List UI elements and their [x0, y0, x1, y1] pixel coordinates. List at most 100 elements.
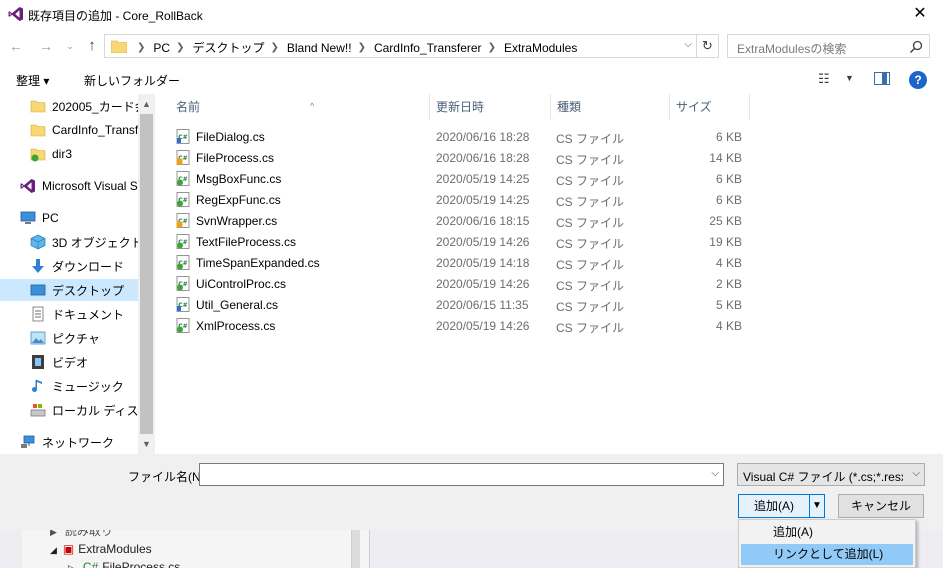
- background-splitter: [352, 528, 360, 568]
- column-header-type[interactable]: 種類: [551, 94, 670, 120]
- refresh-button[interactable]: ↻: [697, 34, 719, 58]
- nav-item-cardinfo[interactable]: CardInfo_Transfe: [0, 119, 145, 141]
- nav-item-downloads[interactable]: ダウンロード: [0, 255, 138, 277]
- breadcrumb-item[interactable]: PC: [153, 41, 170, 55]
- music-icon: [32, 380, 42, 392]
- chevron-down-icon[interactable]: ⌵: [684, 39, 692, 50]
- file-date: 2020/05/19 14:26: [436, 277, 530, 291]
- cs-file-ok-icon: C#: [176, 318, 190, 333]
- scrollbar-thumb[interactable]: [140, 114, 153, 434]
- file-row[interactable]: C# XmlProcess.cs 2020/05/19 14:26 CS ファイル 4 …: [170, 315, 750, 336]
- cancel-button[interactable]: キャンセル: [838, 494, 924, 518]
- file-type: CS ファイル: [556, 321, 625, 335]
- chevron-right-icon: ❯: [487, 42, 496, 53]
- file-date: 2020/05/19 14:18: [436, 256, 530, 270]
- recent-locations-button[interactable]: ⌄: [60, 36, 80, 56]
- filetype-value: Visual C# ファイル (*.cs;*.resx;*.re: [743, 470, 903, 484]
- up-button[interactable]: ↑: [82, 36, 102, 56]
- chevron-down-icon[interactable]: ⌵: [912, 468, 920, 479]
- filetype-select[interactable]: Visual C# ファイル (*.cs;*.resx;*.re ⌵: [737, 463, 925, 486]
- nav-item-desktop[interactable]: デスクトップ: [0, 279, 138, 301]
- cs-file-pending-icon: C#: [176, 150, 190, 165]
- file-row[interactable]: C# TextFileProcess.cs 2020/05/19 14:26 CS フ…: [170, 231, 750, 252]
- nav-item-label: ドキュメント: [52, 307, 125, 322]
- breadcrumb-item[interactable]: デスクトップ: [192, 39, 264, 56]
- column-header-name[interactable]: 名前 ^: [170, 94, 430, 120]
- nav-item-label: CardInfo_Transfe: [52, 123, 145, 137]
- nav-item-label: ピクチャ: [52, 331, 100, 346]
- file-row[interactable]: C# TimeSpanExpanded.cs 2020/05/19 14:18 CS …: [170, 252, 750, 273]
- file-name: UiControlProc.cs: [196, 277, 287, 291]
- nav-item-pc[interactable]: PC: [0, 207, 138, 229]
- new-folder-button[interactable]: 新しいフォルダー: [84, 72, 180, 89]
- nav-item-dir3[interactable]: dir3: [0, 143, 138, 165]
- nav-item-label: PC: [42, 211, 59, 225]
- file-row[interactable]: C# Util_General.cs 2020/06/15 11:35 CS ファイル…: [170, 294, 750, 315]
- address-bar[interactable]: ❯ PC ❯ デスクトップ ❯ Bland New!! ❯ CardInfo_T…: [104, 34, 697, 58]
- menu-item-add[interactable]: 追加(A): [741, 522, 913, 543]
- file-type: CS ファイル: [556, 300, 625, 314]
- command-bar: 整理 ▾ 新しいフォルダー ☷ ▼ ?: [0, 64, 943, 94]
- cs-file-icon: C#: [176, 297, 190, 312]
- breadcrumb-item[interactable]: CardInfo_Transferer: [374, 41, 482, 55]
- search-input[interactable]: ExtraModulesの検索: [727, 34, 930, 58]
- nav-item-3d-objects[interactable]: 3D オブジェクト: [0, 231, 143, 253]
- file-name: FileProcess.cs: [196, 151, 275, 165]
- folder-icon: [30, 124, 46, 137]
- file-type: CS ファイル: [556, 279, 625, 293]
- file-row[interactable]: C# FileDialog.cs 2020/06/16 18:28 CS ファイル 6 …: [170, 126, 750, 147]
- close-button[interactable]: ✕: [897, 0, 943, 28]
- file-date: 2020/05/19 14:25: [436, 193, 530, 207]
- 3d-objects-icon: [30, 234, 46, 250]
- file-name: MsgBoxFunc.cs: [196, 172, 282, 186]
- column-header-size[interactable]: サイズ: [670, 94, 750, 120]
- file-date: 2020/06/15 11:35: [436, 298, 529, 312]
- file-name: RegExpFunc.cs: [196, 193, 281, 207]
- filename-input[interactable]: ⌵: [199, 463, 724, 486]
- file-date: 2020/05/19 14:26: [436, 319, 530, 333]
- chevron-down-icon[interactable]: ⌵: [711, 468, 719, 479]
- file-row[interactable]: C# UiControlProc.cs 2020/05/19 14:26 CS ファイ…: [170, 273, 750, 294]
- file-row[interactable]: C# MsgBoxFunc.cs 2020/05/19 14:25 CS ファイル 6 …: [170, 168, 750, 189]
- pc-icon: [20, 211, 36, 224]
- nav-item-music[interactable]: ミュージック: [0, 375, 138, 397]
- file-size: 14 KB: [709, 151, 742, 165]
- column-label: 種類: [557, 100, 582, 114]
- search-placeholder: ExtraModulesの検索: [737, 42, 847, 56]
- background-tree-row: ▷ C# FileProcess.cs: [68, 560, 181, 568]
- navigation-scrollbar[interactable]: ▲ ▼: [138, 94, 155, 454]
- add-split-dropdown-button[interactable]: ▼: [809, 494, 825, 518]
- nav-item-network[interactable]: ネットワーク: [0, 431, 138, 453]
- preview-pane-icon[interactable]: [874, 72, 890, 85]
- file-name: TimeSpanExpanded.cs: [196, 256, 320, 270]
- cs-file-ok-icon: C#: [176, 255, 190, 270]
- breadcrumb-item[interactable]: Bland New!!: [287, 41, 352, 55]
- column-header-date[interactable]: 更新日時: [430, 94, 551, 120]
- folder-icon: [30, 100, 46, 113]
- nav-item-documents[interactable]: ドキュメント: [0, 303, 138, 325]
- chevron-down-icon[interactable]: ▼: [845, 73, 854, 83]
- help-icon[interactable]: ?: [909, 71, 927, 89]
- menu-item-add-as-link[interactable]: リンクとして追加(L): [741, 544, 913, 565]
- nav-item-202005[interactable]: 202005_カード会社: [0, 95, 155, 117]
- nav-item-label: dir3: [52, 147, 73, 161]
- file-row[interactable]: C# SvnWrapper.cs 2020/06/16 18:15 CS ファイル 25…: [170, 210, 750, 231]
- scroll-up-icon[interactable]: ▲: [138, 96, 155, 112]
- nav-item-visual-studio[interactable]: Microsoft Visual S: [0, 175, 138, 197]
- nav-item-local-disk[interactable]: ローカル ディスク (C: [0, 399, 155, 421]
- breadcrumb-item[interactable]: ExtraModules: [504, 41, 577, 55]
- nav-item-pictures[interactable]: ピクチャ: [0, 327, 138, 349]
- chevron-right-icon: ❯: [270, 42, 279, 53]
- add-button[interactable]: 追加(A): [738, 494, 810, 518]
- scroll-down-icon[interactable]: ▼: [138, 436, 155, 452]
- back-button[interactable]: ←: [6, 36, 26, 56]
- file-type: CS ファイル: [556, 216, 625, 230]
- forward-button[interactable]: →: [36, 36, 56, 56]
- organize-menu[interactable]: 整理 ▾: [16, 72, 49, 89]
- network-icon: [21, 435, 35, 448]
- file-row[interactable]: C# RegExpFunc.cs 2020/05/19 14:25 CS ファイル 6 …: [170, 189, 750, 210]
- file-row[interactable]: C# FileProcess.cs 2020/06/16 18:28 CS ファイル 1…: [170, 147, 750, 168]
- nav-item-videos[interactable]: ビデオ: [0, 351, 138, 373]
- file-name: SvnWrapper.cs: [196, 214, 278, 228]
- view-options-icon[interactable]: ☷: [818, 71, 830, 87]
